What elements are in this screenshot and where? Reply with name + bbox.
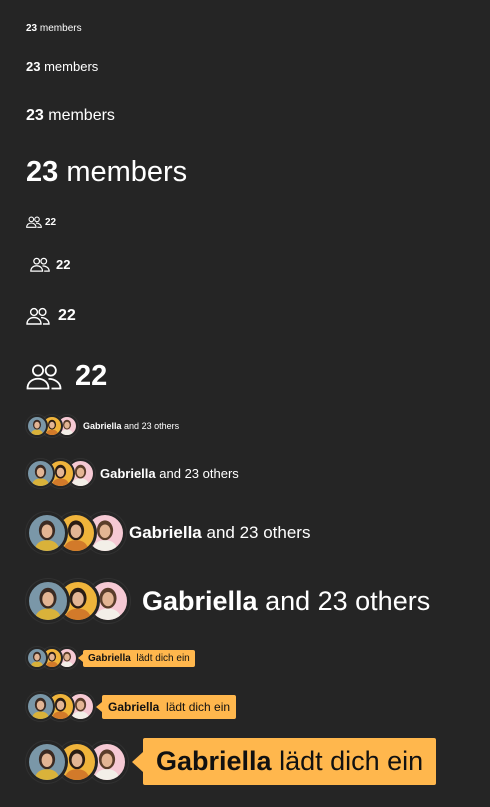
others-text: and 23 others	[265, 585, 431, 616]
member-count-label: members	[66, 156, 188, 188]
avatar-woman-blue	[26, 415, 48, 437]
avatar-row-xs[interactable]: Gabriella and 23 others	[26, 415, 179, 437]
avatar-woman-blue	[26, 647, 48, 669]
invite-text: lädt dich ein	[279, 746, 424, 776]
avatar-stack[interactable]	[26, 740, 128, 783]
people-icon	[26, 363, 62, 390]
invite-badge[interactable]: Gabriella lädt dich ein	[102, 694, 237, 719]
participant-count-md: 22	[26, 307, 76, 325]
invite-badge[interactable]: Gabriella lädt dich ein	[143, 738, 437, 785]
avatar-woman-blue	[26, 692, 55, 721]
participant-count: 22	[58, 307, 76, 324]
invite-row-sm[interactable]: Gabriella lädt dich ein	[26, 692, 237, 721]
member-count-lg: 23 members	[26, 156, 187, 189]
invite-row-lg[interactable]: Gabriella lädt dich ein	[26, 738, 437, 785]
member-count-number: 23	[26, 23, 38, 34]
participant-count-xs: 22	[26, 216, 56, 228]
participant-count-sm: 22	[30, 257, 70, 272]
people-icon	[30, 257, 50, 272]
first-name: Gabriella	[129, 523, 202, 542]
others-text: and 23 others	[124, 421, 180, 431]
invite-badge[interactable]: Gabriella lädt dich ein	[83, 649, 195, 667]
first-name: Gabriella	[83, 421, 122, 431]
first-name: Gabriella	[142, 585, 258, 616]
invite-text: lädt dich ein	[166, 699, 231, 714]
member-count-sm: 23 members	[26, 59, 98, 74]
member-count-xs: 23 members	[26, 23, 82, 34]
avatar-row-md[interactable]: Gabriella and 23 others	[26, 512, 310, 554]
invite-name: Gabriella	[108, 699, 160, 714]
avatar-stack[interactable]	[26, 459, 95, 488]
avatar-stack[interactable]	[26, 512, 126, 554]
invite-row-xs[interactable]: Gabriella lädt dich ein	[26, 647, 195, 669]
member-count-label: members	[48, 107, 115, 124]
others-text: and 23 others	[206, 523, 311, 542]
avatar-woman-blue	[26, 512, 68, 554]
member-count-number: 23	[26, 156, 59, 188]
participant-count-lg: 22	[26, 360, 107, 393]
avatar-woman-blue	[26, 459, 55, 488]
member-count-label: members	[44, 59, 99, 74]
member-count-md: 23 members	[26, 107, 115, 125]
avatar-row-lg[interactable]: Gabriella and 23 others	[26, 579, 430, 623]
member-count-label: members	[39, 23, 82, 34]
participant-count: 22	[56, 257, 71, 272]
invite-name: Gabriella	[88, 652, 131, 664]
avatar-woman-blue	[26, 579, 70, 623]
people-icon	[26, 307, 50, 325]
invite-text: lädt dich ein	[136, 652, 190, 664]
member-count-number: 23	[26, 107, 44, 124]
avatar-stack[interactable]	[26, 415, 78, 437]
invite-name: Gabriella	[156, 746, 272, 776]
avatar-row-sm[interactable]: Gabriella and 23 others	[26, 459, 239, 488]
people-icon	[26, 216, 42, 228]
member-count-number: 23	[26, 59, 41, 74]
participant-count: 22	[75, 360, 108, 392]
avatar-stack[interactable]	[26, 647, 78, 669]
others-text: and 23 others	[159, 466, 239, 481]
first-name: Gabriella	[100, 466, 156, 481]
avatar-woman-blue	[26, 740, 68, 783]
avatar-stack[interactable]	[26, 579, 130, 623]
participant-count: 22	[45, 216, 57, 228]
avatar-stack[interactable]	[26, 692, 95, 721]
